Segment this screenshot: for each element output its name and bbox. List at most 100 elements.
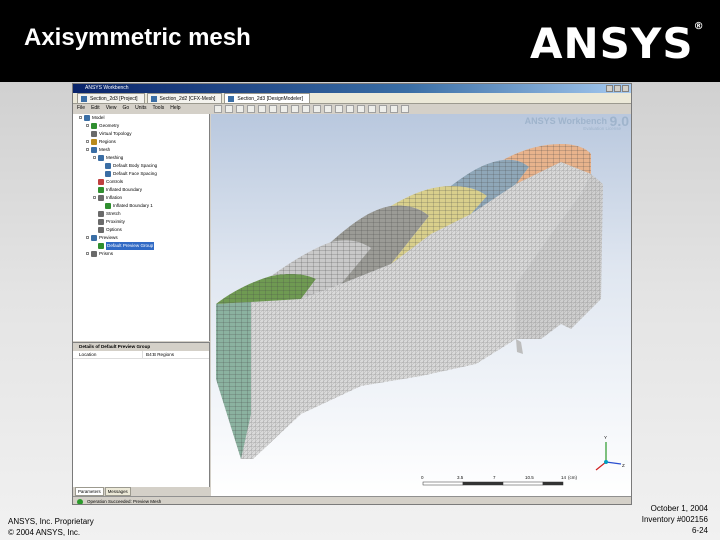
refresh-icon[interactable]	[401, 105, 409, 113]
spacing-icon	[105, 171, 111, 177]
look-at-icon[interactable]	[291, 105, 299, 113]
body-select-icon[interactable]	[357, 105, 365, 113]
collapse-icon[interactable]	[86, 236, 89, 239]
model-icon	[228, 96, 235, 102]
ruler-tick-1: 3.5	[457, 475, 464, 480]
tree-item-inflation[interactable]: Inflation	[73, 194, 209, 202]
tab-parameters[interactable]: Parameters	[75, 487, 104, 496]
spacing-icon	[105, 163, 111, 169]
menu-go[interactable]: Go	[122, 104, 129, 113]
ruler-tick-3: 10.5	[525, 475, 534, 480]
tree-item-label: Options	[106, 227, 122, 232]
hide-icon[interactable]	[368, 105, 376, 113]
zoom-icon[interactable]	[247, 105, 255, 113]
copyright-text: © 2004 ANSYS, Inc.	[8, 528, 81, 537]
tree-item-label: Mesh	[99, 147, 111, 152]
window-controls	[606, 85, 629, 92]
tab-design-modeler[interactable]: Section_2d3 [DesignModeler]	[224, 93, 310, 103]
tree-item-label: Default Body Spacing	[113, 163, 158, 168]
tree-item-face-spacing[interactable]: Default Face Spacing	[73, 170, 209, 178]
document-tabs: Section_2d3 [Project] Section_2d2 [CFX-M…	[73, 93, 631, 104]
menu-help[interactable]: Help	[170, 104, 180, 113]
maximize-button[interactable]	[614, 85, 621, 92]
tree-item-label: Controls	[106, 179, 124, 184]
show-icon[interactable]	[379, 105, 387, 113]
collapse-icon[interactable]	[93, 196, 96, 199]
menu-view[interactable]: View	[106, 104, 117, 113]
ruler-unit: (cm)	[568, 475, 577, 480]
tree-item-stretch[interactable]: Stretch	[73, 210, 209, 218]
status-bar: Operation Succeeded: Preview Mesh	[73, 496, 631, 504]
select-icon[interactable]	[214, 105, 222, 113]
rotate-icon[interactable]	[225, 105, 233, 113]
collapse-icon[interactable]	[79, 116, 82, 119]
tree-item-label: Model	[92, 115, 105, 120]
magnifier-icon[interactable]	[280, 105, 288, 113]
minimize-button[interactable]	[606, 85, 613, 92]
tree-item-previews[interactable]: Previews	[73, 234, 209, 242]
menu-bar: File Edit View Go Units Tools Help	[73, 104, 210, 113]
expand-icon[interactable]	[86, 124, 89, 127]
collapse-icon[interactable]	[93, 156, 96, 159]
tree-item-label: Default Preview Group	[106, 242, 155, 250]
ruler-segment	[462, 481, 504, 486]
tree-item-mesh[interactable]: Mesh	[73, 146, 209, 154]
footer-left: ANSYS, Inc. Proprietary © 2004 ANSYS, In…	[8, 516, 94, 538]
tab-cfx-mesh[interactable]: Section_2d2 [CFX-Mesh]	[146, 93, 223, 103]
triad-origin-icon	[604, 460, 608, 464]
tree-item-meshing[interactable]: Meshing	[73, 154, 209, 162]
zoom-fit-icon[interactable]	[269, 105, 277, 113]
tree-item-options[interactable]: Options	[73, 226, 209, 234]
close-button[interactable]	[622, 85, 629, 92]
iso-view-icon[interactable]	[313, 105, 321, 113]
face-select-icon[interactable]	[346, 105, 354, 113]
tree-item-virtual-topology[interactable]: Virtual Topology	[73, 130, 209, 138]
tree-item-proximity[interactable]: Proximity	[73, 218, 209, 226]
tree-item-prisms[interactable]: Prisms	[73, 250, 209, 258]
tree-item-label: Regions	[99, 139, 116, 144]
point-select-icon[interactable]	[324, 105, 332, 113]
menu-units[interactable]: Units	[135, 104, 146, 113]
expand-icon[interactable]	[86, 140, 89, 143]
panel-tabs: Parameters Messages	[73, 487, 210, 496]
mesh-preview-icon[interactable]	[390, 105, 398, 113]
ruler-tick-2: 7	[493, 475, 496, 480]
model-icon	[84, 115, 90, 121]
front-view-icon[interactable]	[302, 105, 310, 113]
details-row[interactable]: Location B4:B Regions	[73, 351, 209, 359]
tree-item-inflated-boundary[interactable]: Inflated Boundary	[73, 186, 209, 194]
zoom-box-icon[interactable]	[258, 105, 266, 113]
expand-icon[interactable]	[86, 252, 89, 255]
tree-item-controls[interactable]: Controls	[73, 178, 209, 186]
ansys-logo: ANSYS®	[530, 20, 705, 68]
pan-icon[interactable]	[236, 105, 244, 113]
slide-title: Axisymmetric mesh	[24, 24, 251, 51]
menu-edit[interactable]: Edit	[91, 104, 100, 113]
tree-item-body-spacing[interactable]: Default Body Spacing	[73, 162, 209, 170]
slide-header: Axisymmetric mesh ANSYS®	[0, 0, 720, 82]
geometry-icon	[91, 123, 97, 129]
edge-select-icon[interactable]	[335, 105, 343, 113]
tree-item-default-preview-group[interactable]: Default Preview Group	[73, 242, 209, 250]
mesh-view: 0 3.5 7 10.5 14 (cm) Y Z	[216, 144, 625, 486]
window-title: ANSYS Workbench	[85, 85, 129, 91]
menu-tools[interactable]: Tools	[153, 104, 165, 113]
footer-right: October 1, 2004 Inventory #002156 6-24	[642, 503, 708, 536]
menu-file[interactable]: File	[77, 104, 85, 113]
tab-messages[interactable]: Messages	[104, 487, 131, 496]
details-panel: Details of Default Preview Group Locatio…	[73, 342, 210, 487]
details-value[interactable]: B4:B Regions	[143, 351, 174, 358]
tree-item-geometry[interactable]: Geometry	[73, 122, 209, 130]
collapse-icon[interactable]	[86, 148, 89, 151]
inventory-text: Inventory #002156	[641, 515, 708, 524]
graphics-viewport[interactable]: ANSYS Workbench 9.0 Evaluation License 0…	[211, 114, 631, 496]
tree-item-inflated-boundary-1[interactable]: Inflated Boundary 1	[73, 202, 209, 210]
mesh-icon	[150, 96, 157, 102]
tree-item-label: Stretch	[106, 211, 121, 216]
tree-item-model[interactable]: Model	[73, 114, 209, 122]
tree-item-regions[interactable]: Regions	[73, 138, 209, 146]
axis-triad[interactable]: Y Z	[595, 435, 625, 471]
tab-label: Section_2d3 [Project]	[90, 96, 138, 102]
tree-item-label: Proximity	[106, 219, 125, 224]
tab-project[interactable]: Section_2d3 [Project]	[77, 93, 145, 103]
